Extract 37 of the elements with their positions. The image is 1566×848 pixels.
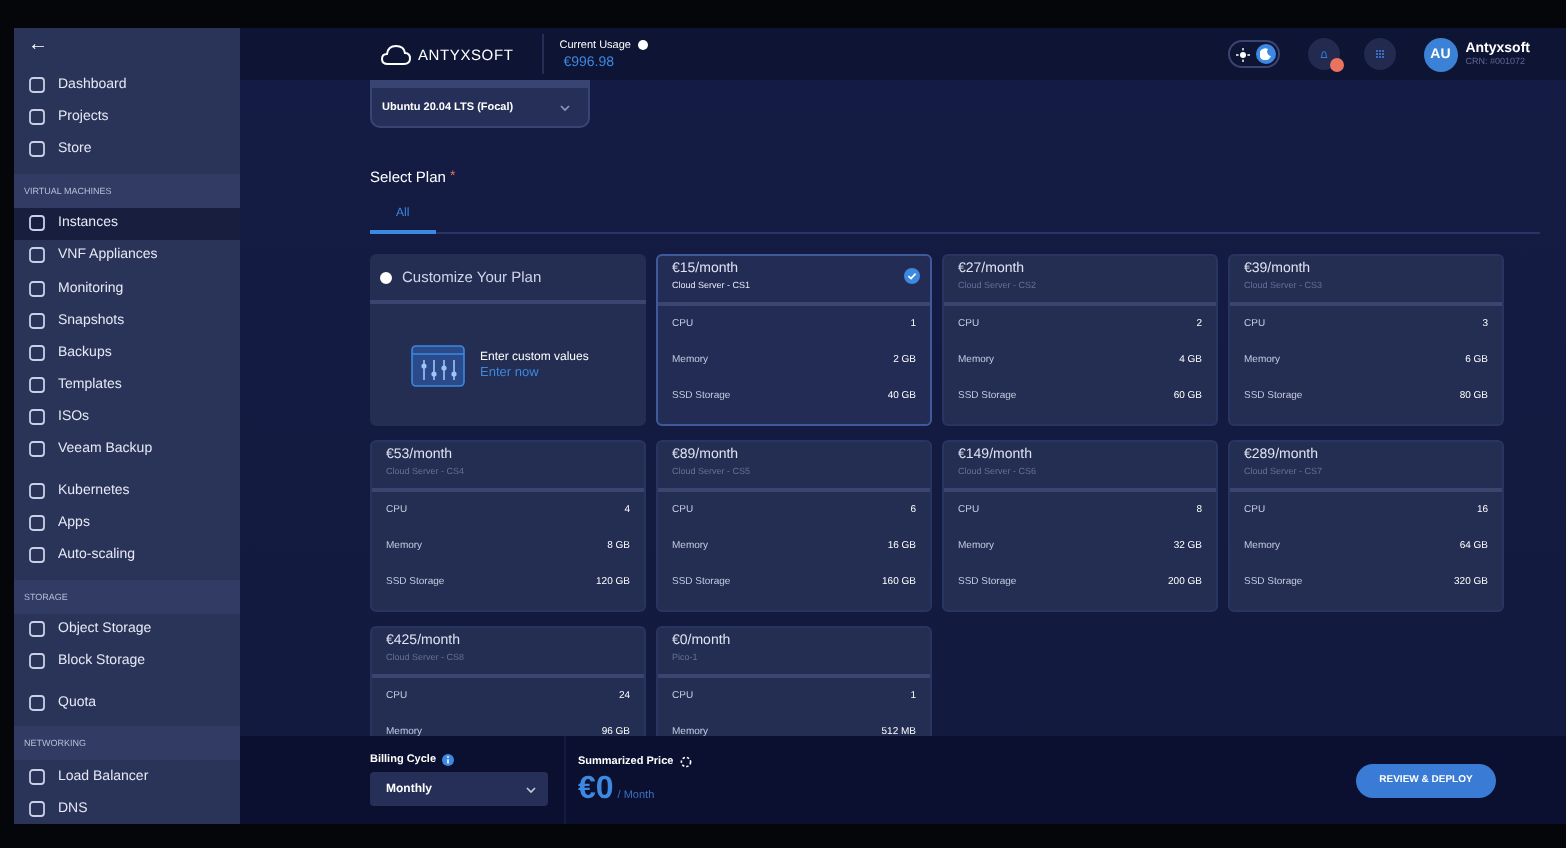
square-icon — [28, 652, 46, 671]
square-icon — [28, 343, 46, 362]
spinner-icon — [679, 756, 692, 768]
sliders-window-icon — [410, 341, 466, 389]
moon-icon — [1259, 48, 1272, 60]
square-icon — [28, 440, 46, 459]
check-icon — [904, 268, 920, 284]
sun-icon — [1235, 47, 1250, 61]
square-icon — [28, 107, 46, 126]
square-icon — [28, 408, 46, 427]
dot-icon — [637, 40, 647, 50]
square-icon — [28, 799, 46, 818]
back-button[interactable]: ← — [14, 28, 62, 58]
square-icon — [28, 139, 46, 158]
badge-dot — [1329, 58, 1344, 72]
chevron-icon — [526, 785, 536, 793]
square-icon — [28, 75, 46, 94]
radio-button[interactable] — [380, 271, 392, 283]
chevron-icon — [560, 103, 570, 111]
total-price: €0 — [578, 772, 614, 808]
square-icon — [28, 693, 46, 712]
cloud-icon — [380, 43, 412, 65]
square-icon — [28, 311, 46, 330]
square-icon — [28, 376, 46, 395]
apps-button[interactable] — [1363, 38, 1396, 70]
square-icon — [28, 481, 46, 500]
bell-icon — [1319, 45, 1328, 63]
notification-button[interactable] — [1307, 38, 1340, 70]
square-icon — [28, 279, 46, 298]
square-icon — [28, 620, 46, 639]
square-icon — [28, 546, 46, 565]
square-icon — [28, 246, 46, 265]
square-icon — [28, 767, 46, 786]
info-icon — [442, 754, 455, 766]
theme-toggle[interactable] — [1227, 40, 1280, 68]
square-icon — [28, 513, 46, 532]
square-icon — [28, 214, 46, 233]
